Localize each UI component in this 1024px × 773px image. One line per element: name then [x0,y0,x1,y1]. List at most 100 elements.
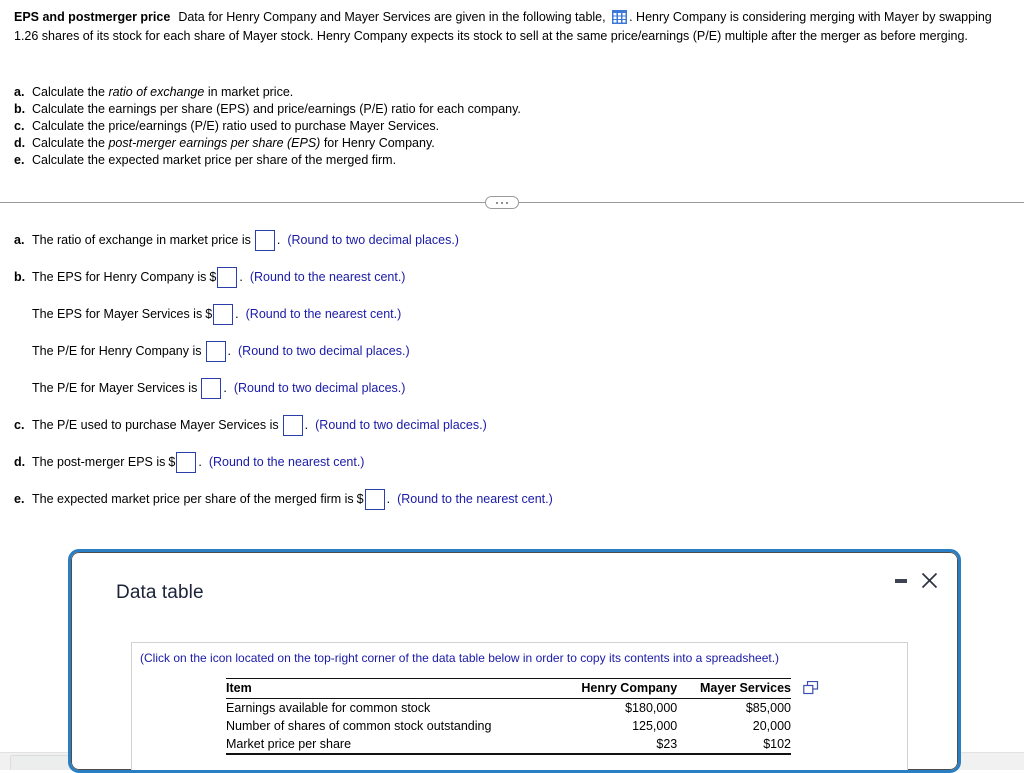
dialog-window-controls [895,572,938,589]
question-stem: EPS and postmerger price Data for Henry C… [14,8,1018,46]
answer-input-henry-pe[interactable] [205,340,226,362]
answer-rounding-note: (Round to the nearest cent.) [208,455,365,469]
task-item-d: d. Calculate the post-merger earnings pe… [14,135,714,152]
answer-rounding-note: (Round to the nearest cent.) [397,492,553,506]
cell-item: Number of shares of common stock outstan… [226,719,492,733]
task-item-a: a. Calculate the ratio of exchange in ma… [14,84,714,101]
column-header-henry: Henry Company [557,678,678,699]
answer-row-a: a. The ratio of exchange in market price… [14,229,1004,251]
answer-letter: e. [14,492,25,506]
column-header-mayer: Mayer Services [677,678,791,699]
table-row: Earnings available for common stock $180… [226,699,791,718]
task-letter: b. [14,102,26,116]
task-item-c: c. Calculate the price/earnings (P/E) ra… [14,118,714,135]
answer-period: . [227,344,231,358]
answer-input-mayer-pe[interactable] [201,377,222,399]
answer-currency-symbol: $ [168,455,176,469]
cell-henry: 125,000 [632,719,678,733]
table-row: Market price per share $23 $102 [226,735,791,755]
answer-input-c[interactable] [282,414,303,436]
answer-text: The EPS for Mayer Services is [32,307,203,321]
answer-letter: a. [14,233,25,247]
task-text-pre: Calculate the [32,136,109,150]
task-list: a. Calculate the ratio of exchange in ma… [14,84,714,169]
data-table-panel: (Click on the icon located on the top-ri… [131,642,908,770]
data-table-dialog: Data table (Click on the icon located on… [68,549,961,773]
answer-input-b-henry-eps[interactable] [217,266,238,288]
answer-row-henry-pe: The P/E for Henry Company is . (Round to… [14,340,1004,362]
answer-period: . [235,307,239,321]
divider-ellipsis-button[interactable] [485,196,519,209]
answer-rounding-note: (Round to the nearest cent.) [245,307,402,321]
answer-currency-symbol: $ [209,270,217,284]
task-text: Calculate the earnings per share (EPS) a… [32,101,521,118]
cell-henry: $180,000 [625,701,678,715]
task-item-e: e. Calculate the expected market price p… [14,152,714,169]
answer-text: The post-merger EPS is [32,455,166,469]
answer-input-e[interactable] [364,488,385,510]
task-text: Calculate the price/earnings (P/E) ratio… [32,118,439,135]
cell-mayer: $85,000 [745,701,791,715]
task-text-pre: Calculate the price/earnings (P/E) ratio… [32,119,440,133]
answer-rounding-note: (Round to two decimal places.) [233,381,406,395]
answer-period: . [386,492,391,506]
minimize-icon[interactable] [895,578,907,583]
task-text: Calculate the post-merger earnings per s… [32,135,435,152]
task-letter: a. [14,85,25,99]
question-body-part1: Data for Henry Company and Mayer Service… [178,10,606,24]
cell-mayer: 20,000 [752,719,791,733]
answer-rounding-note: (Round to two decimal places.) [238,344,410,358]
answer-period: . [304,418,309,432]
answer-row-mayer-pe: The P/E for Mayer Services is . (Round t… [14,377,1004,399]
task-text: Calculate the ratio of exchange in marke… [32,84,293,101]
answer-currency-symbol: $ [205,307,213,321]
answer-rounding-note: (Round to the nearest cent.) [249,270,406,284]
cell-item: Earnings available for common stock [226,701,431,715]
task-text-post: for Henry Company. [320,136,435,150]
table-header-row: Item Henry Company Mayer Services [226,678,791,699]
task-text-post: in market price. [204,85,294,99]
answer-period: . [198,455,202,469]
task-item-b: b. Calculate the earnings per share (EPS… [14,101,714,118]
task-text-pre: Calculate the [32,85,109,99]
answer-rounding-note: (Round to two decimal places.) [287,233,459,247]
data-table: Item Henry Company Mayer Services Earnin… [226,678,791,755]
answer-row-c: c. The P/E used to purchase Mayer Servic… [14,414,1004,436]
answer-text: The expected market price per share of t… [32,492,354,506]
task-letter: d. [14,136,26,150]
answer-input-a[interactable] [254,229,275,251]
task-letter: c. [14,119,25,133]
answer-input-mayer-eps[interactable] [213,303,234,325]
answer-letter: b. [14,270,26,284]
data-grid-wrapper: Item Henry Company Mayer Services Earnin… [226,678,819,755]
minimize-bar [895,578,907,583]
dot-icon [496,201,498,204]
dialog-title: Data table [116,582,204,603]
task-letter: e. [14,153,25,167]
answer-rounding-note: (Round to two decimal places.) [315,418,487,432]
dot-icon [506,201,508,204]
answer-period: . [276,233,281,247]
copy-to-spreadsheet-icon[interactable] [803,680,819,695]
column-header-item: Item [226,678,558,699]
answer-row-b: b. The EPS for Henry Company is $ . (Rou… [14,266,1004,288]
answer-letter: c. [14,418,25,432]
answer-letter: d. [14,455,26,469]
task-text-pre: Calculate the earnings per share (EPS) a… [32,102,521,116]
answer-list: a. The ratio of exchange in market price… [14,229,1004,526]
copy-hint-text: (Click on the icon located on the top-ri… [140,651,780,665]
answer-text: The P/E used to purchase Mayer Services … [32,418,279,432]
cell-henry: $23 [557,735,678,755]
cell-item: Market price per share [226,735,558,755]
cell-mayer: $102 [677,735,791,755]
task-text-pre: Calculate the expected market price per … [32,153,397,167]
table-grid-icon[interactable] [612,10,628,24]
close-icon[interactable] [921,572,938,589]
question-title: EPS and postmerger price [14,10,171,24]
task-text-emphasis: post-merger earnings per share (EPS) [108,136,321,150]
answer-text: The ratio of exchange in market price is [32,233,251,247]
answer-input-d[interactable] [176,451,197,473]
dot-icon [501,201,503,204]
answer-text: The P/E for Mayer Services is [32,381,198,395]
task-text: Calculate the expected market price per … [32,152,396,169]
